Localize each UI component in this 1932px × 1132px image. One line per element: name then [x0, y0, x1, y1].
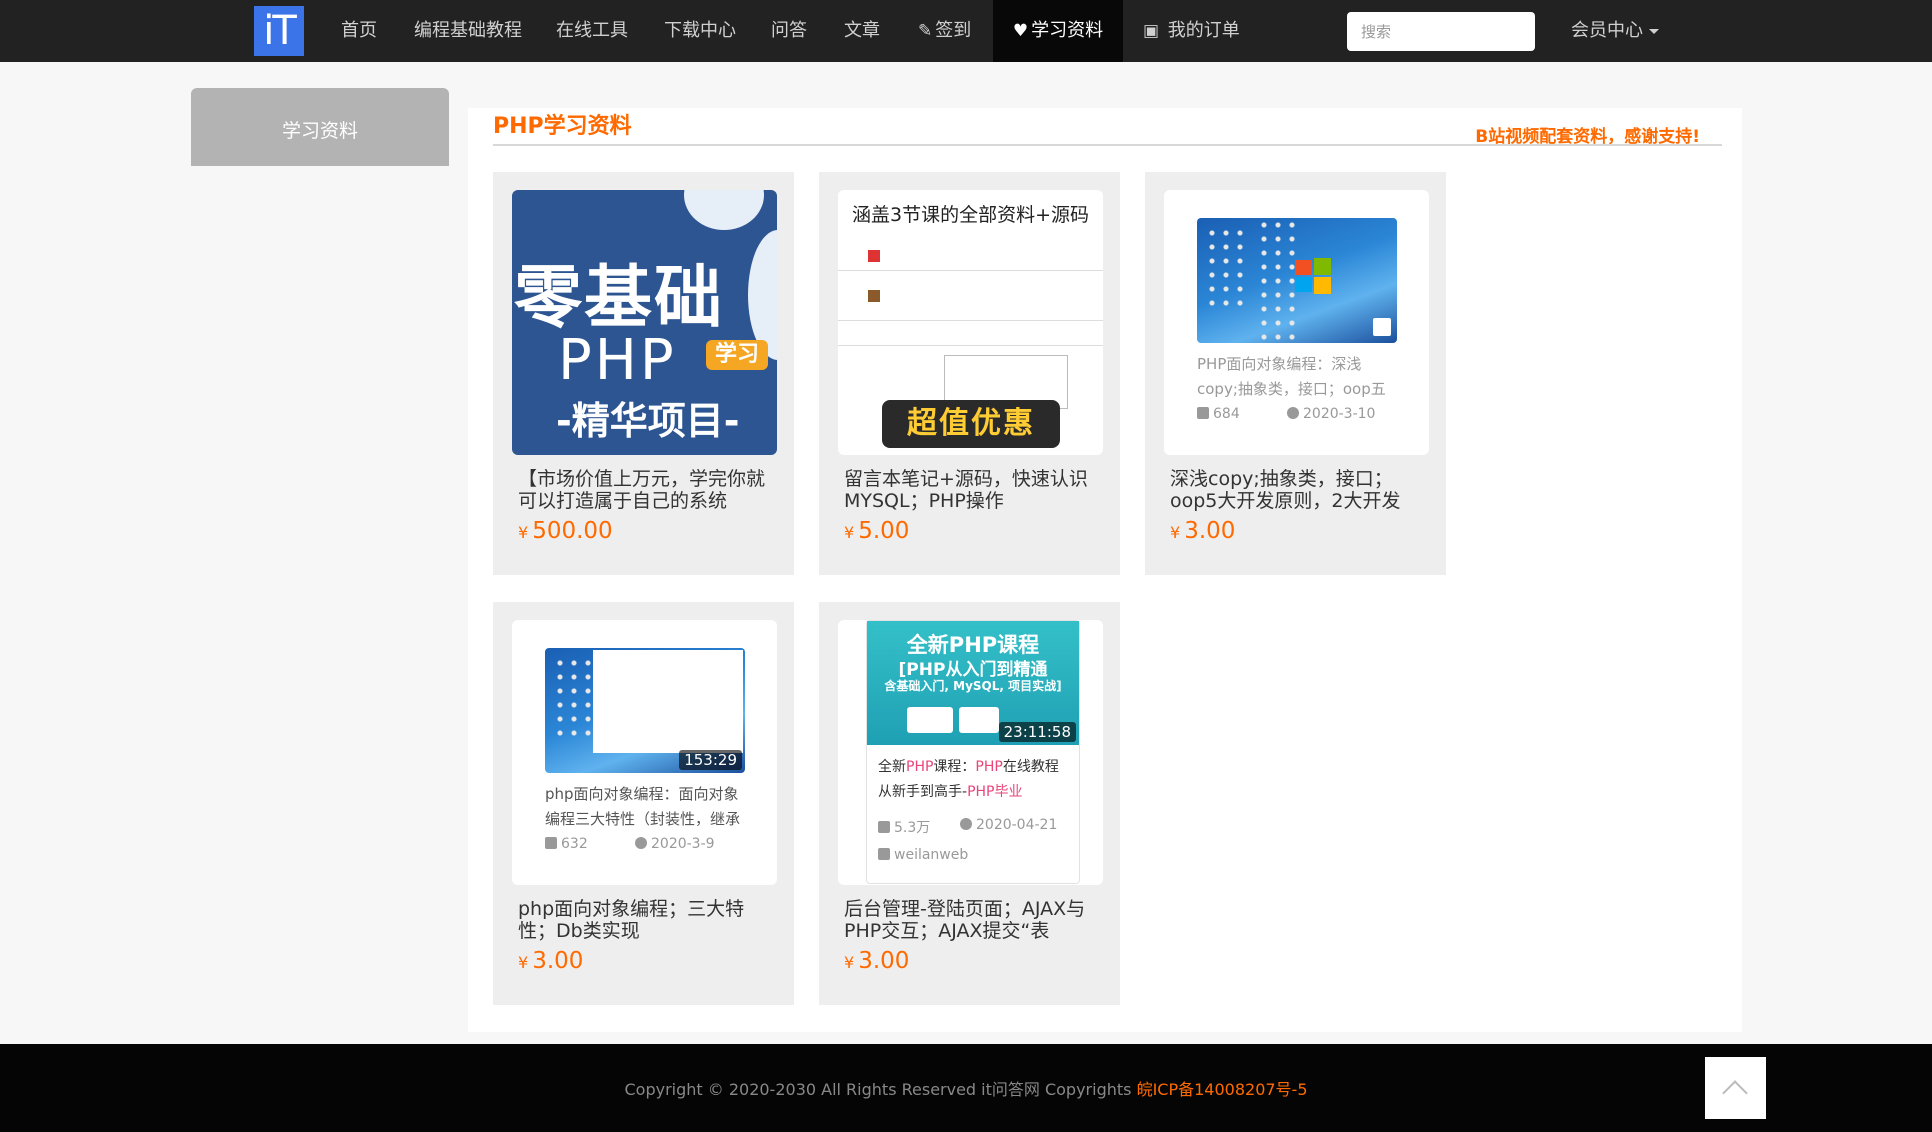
publish-date: 2020-3-10 — [1287, 406, 1375, 422]
footer: Copyright © 2020-2030 All Rights Reserve… — [0, 1044, 1932, 1132]
main-content: PHP学习资料 B站视频配套资料，感谢支持! 零基础 PHP 学习 -精华项目-… — [468, 108, 1742, 1032]
edit-icon: ✎ — [918, 21, 933, 41]
course-banner: 全新PHP课程 [PHP从入门到精通 含基础入门, MySQL, 项目实战] 2… — [867, 621, 1079, 745]
windows-logo-icon — [1295, 258, 1331, 294]
product-thumbnail[interactable]: 涵盖3节课的全部资料+源码 超值优惠 — [838, 190, 1103, 455]
decor-shape — [684, 190, 764, 230]
desktop-icons — [1205, 226, 1245, 306]
product-title[interactable]: php面向对象编程；三大特性；Db类实现 — [518, 898, 780, 942]
clock-icon — [635, 837, 647, 849]
icp-link[interactable]: 皖ICP备14008207号-5 — [1137, 1080, 1308, 1099]
product-price: ¥3.00 — [518, 948, 584, 974]
banner-small: 含基础入门, MySQL, 项目实战] — [884, 679, 1062, 693]
thumb-description: PHP面向对象编程：深浅copy;抽象类，接口；oop五 — [1197, 355, 1386, 398]
nav-downloads[interactable]: 下载中心 — [664, 0, 736, 62]
nav-articles[interactable]: 文章 — [844, 0, 880, 62]
product-title[interactable]: 后台管理-登陆页面；AJAX与PHP交互；AJAX提交“表 — [844, 898, 1106, 942]
product-price: ¥3.00 — [1170, 518, 1236, 544]
desktop-screenshot — [1197, 218, 1397, 343]
caret-down-icon — [1649, 28, 1659, 34]
author: weilanweb — [878, 847, 968, 863]
sidebar-item-materials[interactable]: 学习资料 — [191, 88, 449, 166]
clock-icon — [1373, 318, 1391, 336]
product-price: ¥5.00 — [844, 518, 910, 544]
product-title[interactable]: 深浅copy;抽象类，接口；oop5大开发原则，2大开发 — [1170, 468, 1432, 512]
nav-checkin[interactable]: ✎ 签到 — [918, 0, 971, 62]
user-icon — [878, 848, 890, 860]
nav-tutorials[interactable]: 编程基础教程 — [414, 0, 522, 62]
search-input[interactable] — [1347, 12, 1535, 51]
play-icon — [878, 821, 890, 833]
nav-orders-label: 我的订单 — [1167, 20, 1240, 41]
editor-window — [593, 650, 743, 753]
shopping-bag-icon: ▣ — [1143, 21, 1160, 41]
product-thumbnail[interactable]: PHP面向对象编程：深浅copy;抽象类，接口；oop五 684 2020-3-… — [1164, 190, 1429, 455]
member-center-dropdown[interactable]: 会员中心 — [1571, 0, 1659, 62]
view-count: 5.3万 — [878, 817, 930, 837]
play-icon — [1197, 407, 1209, 419]
thumb-subtitle: -精华项目- — [556, 399, 740, 443]
top-navbar: iT 首页 编程基础教程 在线工具 下载中心 问答 文章 ✎ 签到 ♥ 学习资料 ▣… — [0, 0, 1932, 62]
decor-line — [838, 270, 1103, 271]
chevron-up-icon — [1722, 1080, 1748, 1106]
linux-logo — [959, 707, 999, 733]
video-card: 全新PHP课程 [PHP从入门到精通 含基础入门, MySQL, 项目实战] 2… — [866, 620, 1080, 884]
view-count: 632 — [545, 836, 588, 852]
section-title: PHP学习资料 — [493, 114, 632, 139]
mysql-logo — [907, 707, 953, 733]
thumb-php-text: PHP — [558, 328, 677, 393]
nav-materials-label: 学习资料 — [1031, 20, 1104, 41]
avatar — [868, 250, 880, 262]
product-thumbnail[interactable]: 全新PHP课程 [PHP从入门到精通 含基础入门, MySQL, 项目实战] 2… — [838, 620, 1103, 885]
product-thumbnail[interactable]: 零基础 PHP 学习 -精华项目- — [512, 190, 777, 455]
product-card[interactable]: 零基础 PHP 学习 -精华项目- 【市场价值上万元，学完你就可以打造属于自己的… — [493, 172, 794, 575]
play-icon — [545, 837, 557, 849]
product-card[interactable]: 153:29 php面向对象编程：面向对象编程三大特性（封装性，继承 632 2… — [493, 602, 794, 1005]
nav-orders[interactable]: ▣ 我的订单 — [1143, 0, 1240, 62]
product-card[interactable]: 全新PHP课程 [PHP从入门到精通 含基础入门, MySQL, 项目实战] 2… — [819, 602, 1120, 1005]
thumb-description: php面向对象编程：面向对象编程三大特性（封装性，继承 — [545, 785, 741, 828]
back-to-top-button[interactable] — [1705, 1057, 1766, 1119]
video-duration: 153:29 — [679, 750, 742, 770]
publish-date: 2020-3-9 — [635, 836, 715, 852]
desktop-icons — [553, 656, 593, 736]
thumb-headline: 零基础 — [514, 259, 725, 338]
decor-line — [838, 320, 1103, 321]
section-divider — [493, 144, 1722, 146]
product-price: ¥3.00 — [844, 948, 910, 974]
thumb-caption: 涵盖3节课的全部资料+源码 — [852, 204, 1090, 226]
heart-icon: ♥ — [1012, 21, 1029, 41]
product-thumbnail[interactable]: 153:29 php面向对象编程：面向对象编程三大特性（封装性，继承 632 2… — [512, 620, 777, 885]
site-logo[interactable]: iT — [254, 6, 304, 56]
product-title[interactable]: 【市场价值上万元，学完你就可以打造属于自己的系统 — [518, 468, 780, 512]
thumb-badge: 超值优惠 — [882, 400, 1060, 448]
product-card[interactable]: PHP面向对象编程：深浅copy;抽象类，接口；oop五 684 2020-3-… — [1145, 172, 1446, 575]
thumb-description: 全新PHP课程：PHP在线教程从新手到高手-PHP毕业 — [878, 759, 1059, 800]
clock-icon — [960, 818, 972, 830]
member-center-label: 会员中心 — [1571, 20, 1643, 41]
avatar — [868, 290, 880, 302]
nav-checkin-label: 签到 — [935, 20, 972, 41]
video-duration: 23:11:58 — [998, 722, 1076, 742]
decor-line — [838, 345, 1103, 346]
product-card[interactable]: 涵盖3节课的全部资料+源码 超值优惠 留言本笔记+源码，快速认识MYSQL；PH… — [819, 172, 1120, 575]
desktop-icons — [1257, 218, 1297, 343]
desktop-screenshot: 153:29 — [545, 648, 745, 773]
nav-home[interactable]: 首页 — [341, 0, 377, 62]
publish-date: 2020-04-21 — [960, 817, 1057, 833]
product-price: ¥500.00 — [518, 518, 613, 544]
clock-icon — [1287, 407, 1299, 419]
nav-qa[interactable]: 问答 — [771, 0, 807, 62]
view-count: 684 — [1197, 406, 1240, 422]
nav-online-tools[interactable]: 在线工具 — [556, 0, 628, 62]
product-title[interactable]: 留言本笔记+源码，快速认识MYSQL；PHP操作 — [844, 468, 1106, 512]
nav-materials[interactable]: ♥ 学习资料 — [993, 0, 1123, 62]
thumb-tag: 学习 — [706, 340, 768, 370]
copyright: Copyright © 2020-2030 All Rights Reserve… — [624, 1080, 1308, 1099]
